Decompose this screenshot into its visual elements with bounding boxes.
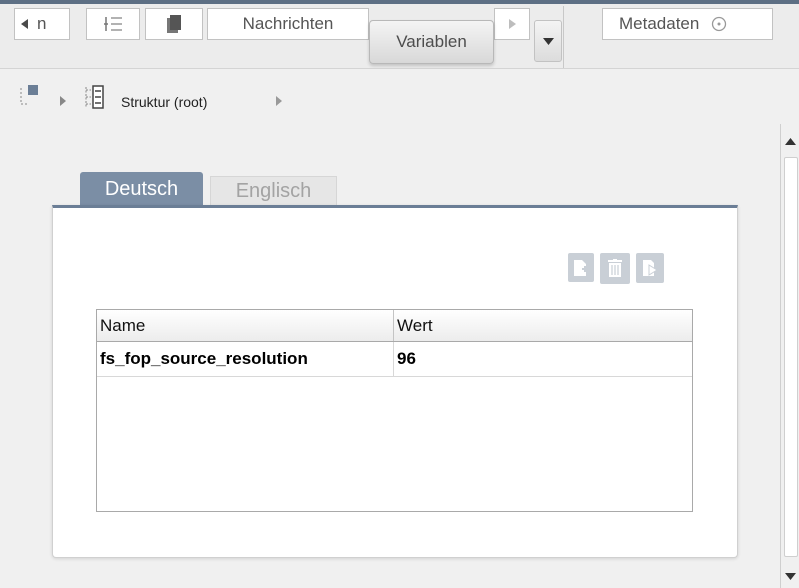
toolbar-divider — [563, 6, 564, 70]
tab-englisch[interactable]: Englisch — [210, 176, 337, 206]
triangle-right-icon[interactable] — [276, 96, 282, 106]
export-icon — [643, 260, 658, 276]
triangle-right-icon[interactable] — [60, 96, 66, 106]
list-button[interactable] — [86, 8, 140, 40]
column-header-name[interactable]: Name — [97, 310, 394, 341]
triangle-left-icon — [21, 19, 28, 29]
breadcrumb: Struktur (root) — [0, 68, 799, 124]
tab-metadaten-label: Metadaten — [619, 14, 700, 33]
toolbar-partial-label: n — [37, 14, 47, 33]
table-header: Name Wert — [97, 310, 692, 342]
tab-deutsch-label: Deutsch — [104, 177, 179, 200]
document-copy-icon — [167, 15, 181, 33]
export-button[interactable] — [636, 253, 664, 283]
cell-name[interactable]: fs_fop_source_resolution — [97, 342, 394, 376]
tab-nachrichten-label: Nachrichten — [242, 14, 334, 33]
circle-icon — [712, 16, 727, 32]
tab-dropdown-button[interactable] — [534, 20, 562, 62]
trash-icon — [608, 259, 622, 277]
scroll-up-arrow-icon[interactable] — [785, 138, 796, 145]
column-header-wert[interactable]: Wert — [394, 310, 692, 341]
tab-englisch-label: Englisch — [235, 180, 312, 202]
tab-nachrichten[interactable]: Nachrichten — [207, 8, 369, 40]
structure-icon — [85, 85, 104, 109]
tree-node-icon[interactable] — [20, 85, 42, 107]
top-toolbar: n Nachrichten Variablen Metadaten — [0, 0, 799, 71]
scroll-right-button[interactable] — [494, 8, 530, 40]
breadcrumb-root-label[interactable]: Struktur (root) — [121, 94, 207, 110]
scroll-thumb[interactable] — [784, 157, 798, 557]
scroll-left-button[interactable]: n — [14, 8, 70, 40]
table-row[interactable]: fs_fop_source_resolution 96 — [97, 342, 692, 377]
variables-table: Name Wert fs_fop_source_resolution 96 — [96, 309, 693, 512]
add-row-icon — [574, 259, 588, 276]
numbered-list-icon — [104, 17, 122, 31]
add-row-button[interactable] — [568, 253, 594, 282]
vertical-scrollbar[interactable] — [780, 124, 799, 588]
copy-button[interactable] — [145, 8, 203, 40]
tab-metadaten[interactable]: Metadaten — [602, 8, 773, 40]
tab-variablen[interactable]: Variablen — [369, 20, 494, 64]
delete-button[interactable] — [600, 253, 630, 284]
scroll-down-arrow-icon[interactable] — [785, 573, 796, 580]
tab-variablen-label: Variablen — [396, 32, 467, 51]
cell-wert[interactable]: 96 — [394, 342, 692, 376]
caret-down-icon — [542, 37, 554, 45]
triangle-right-icon — [508, 19, 516, 29]
tab-deutsch[interactable]: Deutsch — [80, 172, 203, 206]
